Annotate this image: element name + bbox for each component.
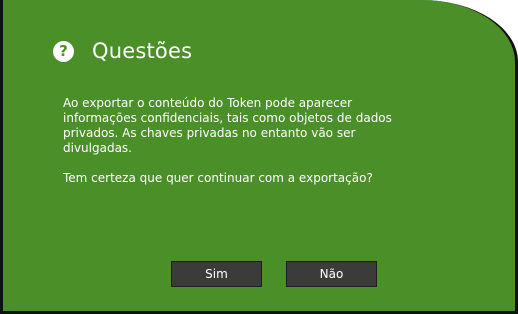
screen: ? Questões Ao exportar o conteúdo do Tok… [0,0,518,314]
warning-text-line-1: Ao exportar o conteúdo do Token pode apa… [63,96,353,110]
no-button[interactable]: Não [286,261,377,287]
warning-text: Ao exportar o conteúdo do Token pode apa… [63,96,483,156]
dialog-actions: Sim Não [171,261,377,287]
dialog-title: Questões [92,39,193,63]
dialog-message: Ao exportar o conteúdo do Token pode apa… [63,96,483,186]
dialog-header: ? Questões [53,34,192,68]
warning-text-line-2: informações confidenciais, tais como obj… [63,111,392,125]
yes-button[interactable]: Sim [171,261,262,287]
confirmation-dialog: ? Questões Ao exportar o conteúdo do Tok… [0,0,518,314]
warning-text-line-4: divulgadas. [63,141,132,155]
warning-text-line-3: privados. As chaves privadas no entanto … [63,126,356,140]
confirmation-question: Tem certeza que quer continuar com a exp… [63,171,373,185]
help-icon: ? [53,40,74,62]
